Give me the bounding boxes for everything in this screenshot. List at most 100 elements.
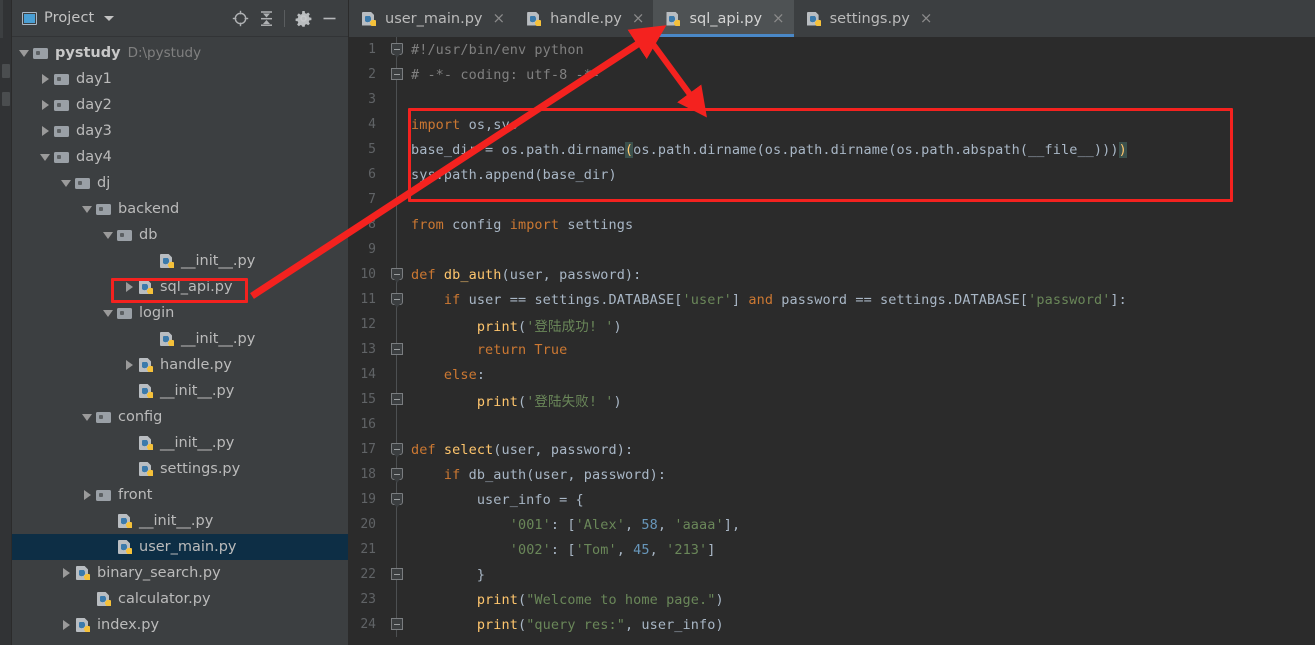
tree-row[interactable]: user_main.py <box>12 534 348 560</box>
chevron-right-icon[interactable] <box>79 487 95 503</box>
tree-row[interactable]: login <box>12 300 348 326</box>
tree-row[interactable]: handle.py <box>12 352 348 378</box>
fold-gutter[interactable] <box>383 412 411 437</box>
locate-icon[interactable] <box>227 5 253 31</box>
fold-gutter[interactable] <box>383 37 411 62</box>
tree-row[interactable]: day1 <box>12 66 348 92</box>
chevron-down-icon[interactable] <box>104 15 115 21</box>
fold-toggle-icon[interactable] <box>390 618 403 630</box>
chevron-down-icon[interactable] <box>79 201 95 217</box>
chevron-right-icon[interactable] <box>37 123 53 139</box>
fold-gutter[interactable] <box>383 387 411 412</box>
fold-gutter[interactable] <box>383 537 411 562</box>
editor-tab[interactable]: handle.py × <box>514 0 653 37</box>
chevron-right-icon[interactable] <box>121 357 137 373</box>
code-text: '001': ['Alex', 58, 'aaaa'], <box>509 516 741 533</box>
chevron-right-icon[interactable] <box>37 97 53 113</box>
chevron-down-icon[interactable] <box>79 409 95 425</box>
tree-row[interactable]: __init__.py <box>12 326 348 352</box>
line-number: 14 <box>360 367 376 382</box>
tree-row[interactable]: sql_api.py <box>12 274 348 300</box>
fold-gutter[interactable] <box>383 312 411 337</box>
fold-toggle-icon[interactable] <box>390 443 403 458</box>
tree-row[interactable]: db <box>12 222 348 248</box>
tree-row[interactable]: __init__.py <box>12 508 348 534</box>
chevron-down-icon[interactable] <box>37 149 53 165</box>
project-view-selector[interactable]: Project <box>22 10 115 26</box>
tree-row[interactable]: index.py <box>12 612 348 638</box>
folder-icon <box>53 149 72 165</box>
editor-tab[interactable]: sql_api.py × <box>653 0 794 37</box>
fold-gutter[interactable] <box>383 62 411 87</box>
tree-row[interactable]: __init__.py <box>12 248 348 274</box>
minimize-icon[interactable] <box>316 5 342 31</box>
fold-gutter[interactable] <box>383 137 411 162</box>
tool-stripe-button-1[interactable] <box>2 64 10 78</box>
fold-toggle-icon[interactable] <box>390 68 403 80</box>
close-icon[interactable]: × <box>772 11 785 26</box>
fold-gutter[interactable] <box>383 462 411 487</box>
fold-gutter[interactable] <box>383 562 411 587</box>
tree-row[interactable]: __init__.py <box>12 378 348 404</box>
editor-tab[interactable]: settings.py × <box>794 0 942 37</box>
tree-row[interactable]: pystudy D:\pystudy <box>12 40 348 66</box>
code-line: 16 <box>349 412 1315 437</box>
close-icon[interactable]: × <box>493 11 506 26</box>
tree-row[interactable]: day2 <box>12 92 348 118</box>
fold-gutter[interactable] <box>383 87 411 112</box>
tree-row[interactable]: calculator.py <box>12 586 348 612</box>
tree-row[interactable]: day4 <box>12 144 348 170</box>
tree-row[interactable]: day3 <box>12 118 348 144</box>
fold-gutter[interactable] <box>383 237 411 262</box>
fold-toggle-icon[interactable] <box>390 393 403 405</box>
fold-toggle-icon[interactable] <box>390 568 403 580</box>
chevron-down-icon[interactable] <box>100 305 116 321</box>
fold-gutter[interactable] <box>383 162 411 187</box>
fold-gutter[interactable] <box>383 337 411 362</box>
tree-row[interactable]: settings.py <box>12 456 348 482</box>
tree-row[interactable]: __init__.py <box>12 430 348 456</box>
tree-row[interactable]: dj <box>12 170 348 196</box>
fold-gutter[interactable] <box>383 287 411 312</box>
chevron-down-icon[interactable] <box>58 175 74 191</box>
tree-row[interactable]: binary_search.py <box>12 560 348 586</box>
collapse-all-icon[interactable] <box>253 5 279 31</box>
fold-gutter[interactable] <box>383 262 411 287</box>
code-line: 14 else: <box>349 362 1315 387</box>
chevron-down-icon[interactable] <box>16 45 32 61</box>
close-icon[interactable]: × <box>632 11 645 26</box>
chevron-right-icon[interactable] <box>121 279 137 295</box>
gear-icon[interactable] <box>290 5 316 31</box>
chevron-right-icon[interactable] <box>58 617 74 633</box>
fold-toggle-icon[interactable] <box>390 43 403 58</box>
chevron-down-icon[interactable] <box>100 227 116 243</box>
fold-gutter[interactable] <box>383 612 411 637</box>
tree-item-label: config <box>118 409 163 425</box>
fold-toggle-icon[interactable] <box>390 493 403 508</box>
tree-item-label: front <box>118 487 153 503</box>
tool-stripe-button-2[interactable] <box>2 92 10 106</box>
fold-toggle-icon[interactable] <box>390 293 403 308</box>
fold-gutter[interactable] <box>383 512 411 537</box>
fold-gutter[interactable] <box>383 587 411 612</box>
fold-gutter[interactable] <box>383 187 411 212</box>
fold-gutter[interactable] <box>383 362 411 387</box>
folder-icon <box>53 97 72 113</box>
tree-row[interactable]: backend <box>12 196 348 222</box>
fold-gutter[interactable] <box>383 112 411 137</box>
chevron-right-icon[interactable] <box>37 71 53 87</box>
close-icon[interactable]: × <box>920 11 933 26</box>
folder-icon <box>95 487 114 503</box>
chevron-right-icon[interactable] <box>58 565 74 581</box>
fold-gutter[interactable] <box>383 487 411 512</box>
fold-gutter[interactable] <box>383 212 411 237</box>
editor-tab[interactable]: user_main.py × <box>349 0 514 37</box>
code-editor[interactable]: 1 #!/usr/bin/env python 2 # -*- coding: utf… <box>349 37 1315 645</box>
tree-row[interactable]: front <box>12 482 348 508</box>
fold-gutter[interactable] <box>383 437 411 462</box>
fold-toggle-icon[interactable] <box>390 343 403 355</box>
fold-toggle-icon[interactable] <box>390 468 403 483</box>
fold-toggle-icon[interactable] <box>390 268 403 283</box>
tree-row[interactable]: config <box>12 404 348 430</box>
